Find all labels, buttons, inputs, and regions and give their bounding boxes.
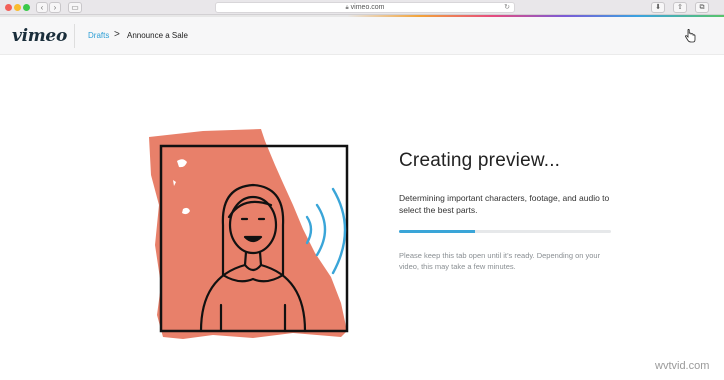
progress-bar-fill <box>399 230 476 233</box>
watermark: wvtvid.com <box>655 360 710 372</box>
lock-icon: 🔒︎ <box>345 5 349 11</box>
hand-cursor-icon <box>685 29 696 43</box>
minimize-window-icon[interactable] <box>14 4 21 11</box>
browser-toolbar: ‹ › ▭ 🔒︎ vimeo.com ↻ ⬇ ⇧ ⧉ <box>0 0 724 15</box>
sidebar-icon: ▭ <box>71 3 79 12</box>
chevron-right-icon: › <box>53 3 57 12</box>
tabs-icon: ⧉ <box>699 4 705 11</box>
breadcrumb-current: Announce a Sale <box>127 31 188 40</box>
tab-overview-button[interactable]: ⧉ <box>695 2 709 13</box>
share-icon: ⇧ <box>677 4 683 11</box>
chevron-right-icon: > <box>114 29 120 40</box>
preview-illustration <box>149 129 349 339</box>
header-divider <box>74 24 75 48</box>
fullscreen-window-icon[interactable] <box>23 4 30 11</box>
site-header: vimeo Drafts > Announce a Sale <box>0 17 724 55</box>
chevron-left-icon: ‹ <box>40 3 44 12</box>
close-window-icon[interactable] <box>5 4 12 11</box>
forward-button[interactable]: › <box>49 2 61 13</box>
progress-bar <box>399 230 611 233</box>
back-button[interactable]: ‹ <box>36 2 48 13</box>
status-description: Determining important characters, footag… <box>399 193 610 215</box>
wait-note: Please keep this tab open until it’s rea… <box>399 251 601 271</box>
reload-icon[interactable]: ↻ <box>504 3 510 12</box>
share-button[interactable]: ⇧ <box>673 2 687 13</box>
page-title: Creating preview... <box>399 150 561 171</box>
breadcrumb-drafts-link[interactable]: Drafts <box>88 31 109 40</box>
url-text: vimeo.com <box>350 4 385 11</box>
vimeo-logo[interactable]: vimeo <box>12 26 67 46</box>
download-icon: ⬇ <box>655 4 661 11</box>
sidebar-toggle-button[interactable]: ▭ <box>68 2 82 13</box>
address-bar[interactable]: 🔒︎ vimeo.com ↻ <box>215 2 515 13</box>
downloads-button[interactable]: ⬇ <box>651 2 665 13</box>
